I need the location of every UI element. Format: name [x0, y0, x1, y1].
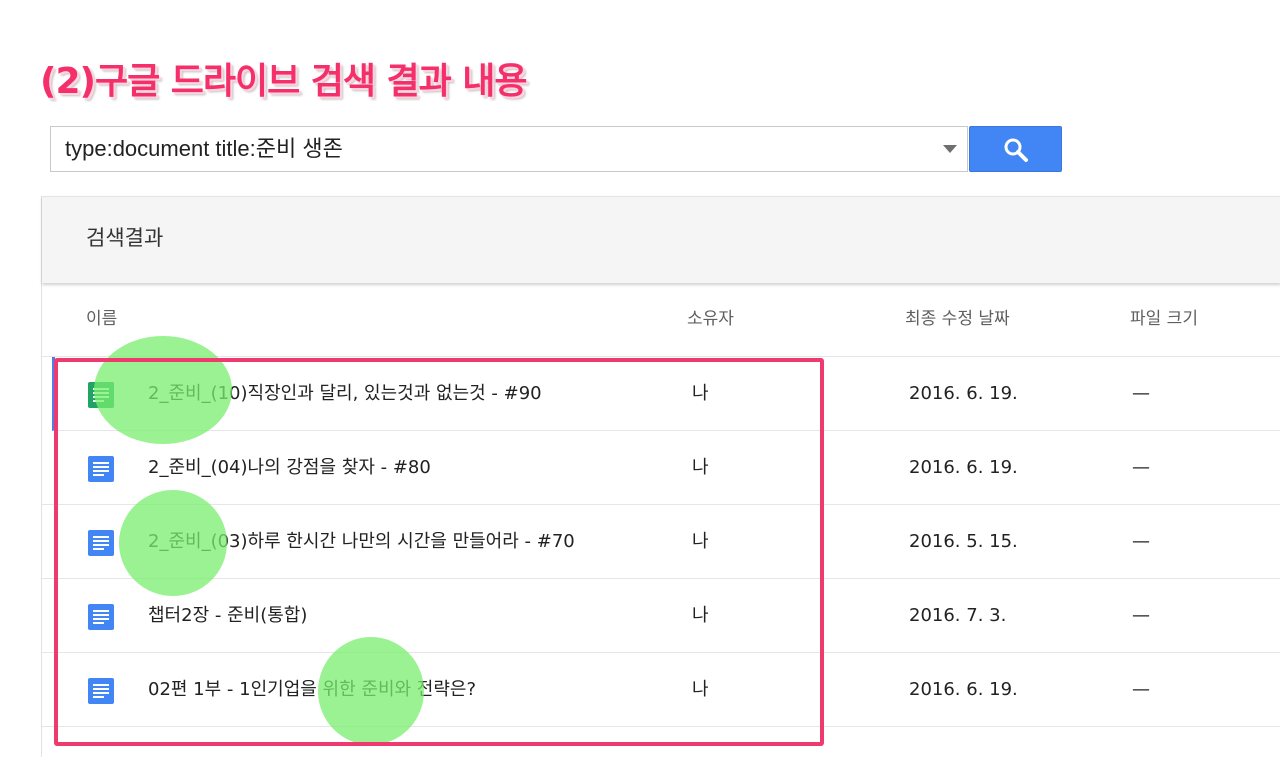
column-header-size[interactable]: 파일 크기 — [1130, 304, 1198, 329]
file-modified-date: 2016. 6. 19. — [909, 383, 1018, 404]
screen: (2)구글 드라이브 검색 결과 내용 type:document title:… — [0, 0, 1280, 757]
doc-icon — [88, 382, 114, 408]
search-query-text[interactable]: type:document title:준비 생존 — [65, 127, 343, 171]
file-name[interactable]: 2_준비_(03)하루 한시간 나만의 시간을 만들어라 - #70 — [148, 505, 575, 579]
file-size: — — [1132, 383, 1150, 404]
file-owner: 나 — [692, 605, 709, 626]
doc-icon — [88, 456, 114, 482]
file-name[interactable]: 챕터2장 - 준비(통합) — [148, 579, 307, 653]
file-modified-date: 2016. 5. 15. — [909, 531, 1018, 552]
table-row[interactable]: 2_준비_(04)나의 강점을 찾자 - #80 나 2016. 6. 19. … — [42, 431, 1280, 505]
column-header-name[interactable]: 이름 — [86, 304, 117, 329]
file-name[interactable]: 2_준비_(10)직장인과 달리, 있는것과 없는것 - #90 — [148, 357, 542, 431]
file-owner: 나 — [692, 383, 709, 404]
doc-icon — [88, 530, 114, 556]
results-panel: 검색결과 이름 소유자 최종 수정 날짜 파일 크기 2_준비_(10)직장인과… — [41, 196, 1280, 757]
annotation-headline: (2)구글 드라이브 검색 결과 내용 — [40, 61, 528, 102]
column-header-owner[interactable]: 소유자 — [687, 304, 734, 329]
column-header-modified[interactable]: 최종 수정 날짜 — [905, 304, 1010, 329]
doc-icon — [88, 678, 114, 704]
table-row[interactable]: 2_준비_(10)직장인과 달리, 있는것과 없는것 - #90 나 2016.… — [52, 357, 1280, 431]
table-row[interactable]: 2_준비_(03)하루 한시간 나만의 시간을 만들어라 - #70 나 201… — [42, 505, 1280, 579]
search-input[interactable]: type:document title:준비 생존 — [50, 126, 968, 172]
file-name[interactable]: 2_준비_(04)나의 강점을 찾자 - #80 — [148, 431, 431, 505]
file-size: — — [1132, 457, 1150, 478]
file-size: — — [1132, 531, 1150, 552]
search-icon — [1004, 138, 1028, 162]
file-owner: 나 — [692, 457, 709, 478]
file-size: — — [1132, 605, 1150, 626]
table-row[interactable]: 02편 1부 - 1인기업을 위한 준비와 전략은? 나 2016. 6. 19… — [42, 653, 1280, 727]
search-options-dropdown-icon[interactable] — [943, 145, 957, 153]
doc-icon — [88, 604, 114, 630]
file-name[interactable]: 02편 1부 - 1인기업을 위한 준비와 전략은? — [148, 653, 476, 727]
file-modified-date: 2016. 6. 19. — [909, 679, 1018, 700]
file-modified-date: 2016. 7. 3. — [909, 605, 1007, 626]
results-title: 검색결과 — [86, 226, 164, 250]
file-modified-date: 2016. 6. 19. — [909, 457, 1018, 478]
search-button[interactable] — [969, 126, 1062, 172]
table-row[interactable]: 챕터2장 - 준비(통합) 나 2016. 7. 3. — — [42, 579, 1280, 653]
file-owner: 나 — [692, 531, 709, 552]
file-size: — — [1132, 679, 1150, 700]
results-header: 검색결과 — [42, 196, 1280, 283]
file-owner: 나 — [692, 679, 709, 700]
